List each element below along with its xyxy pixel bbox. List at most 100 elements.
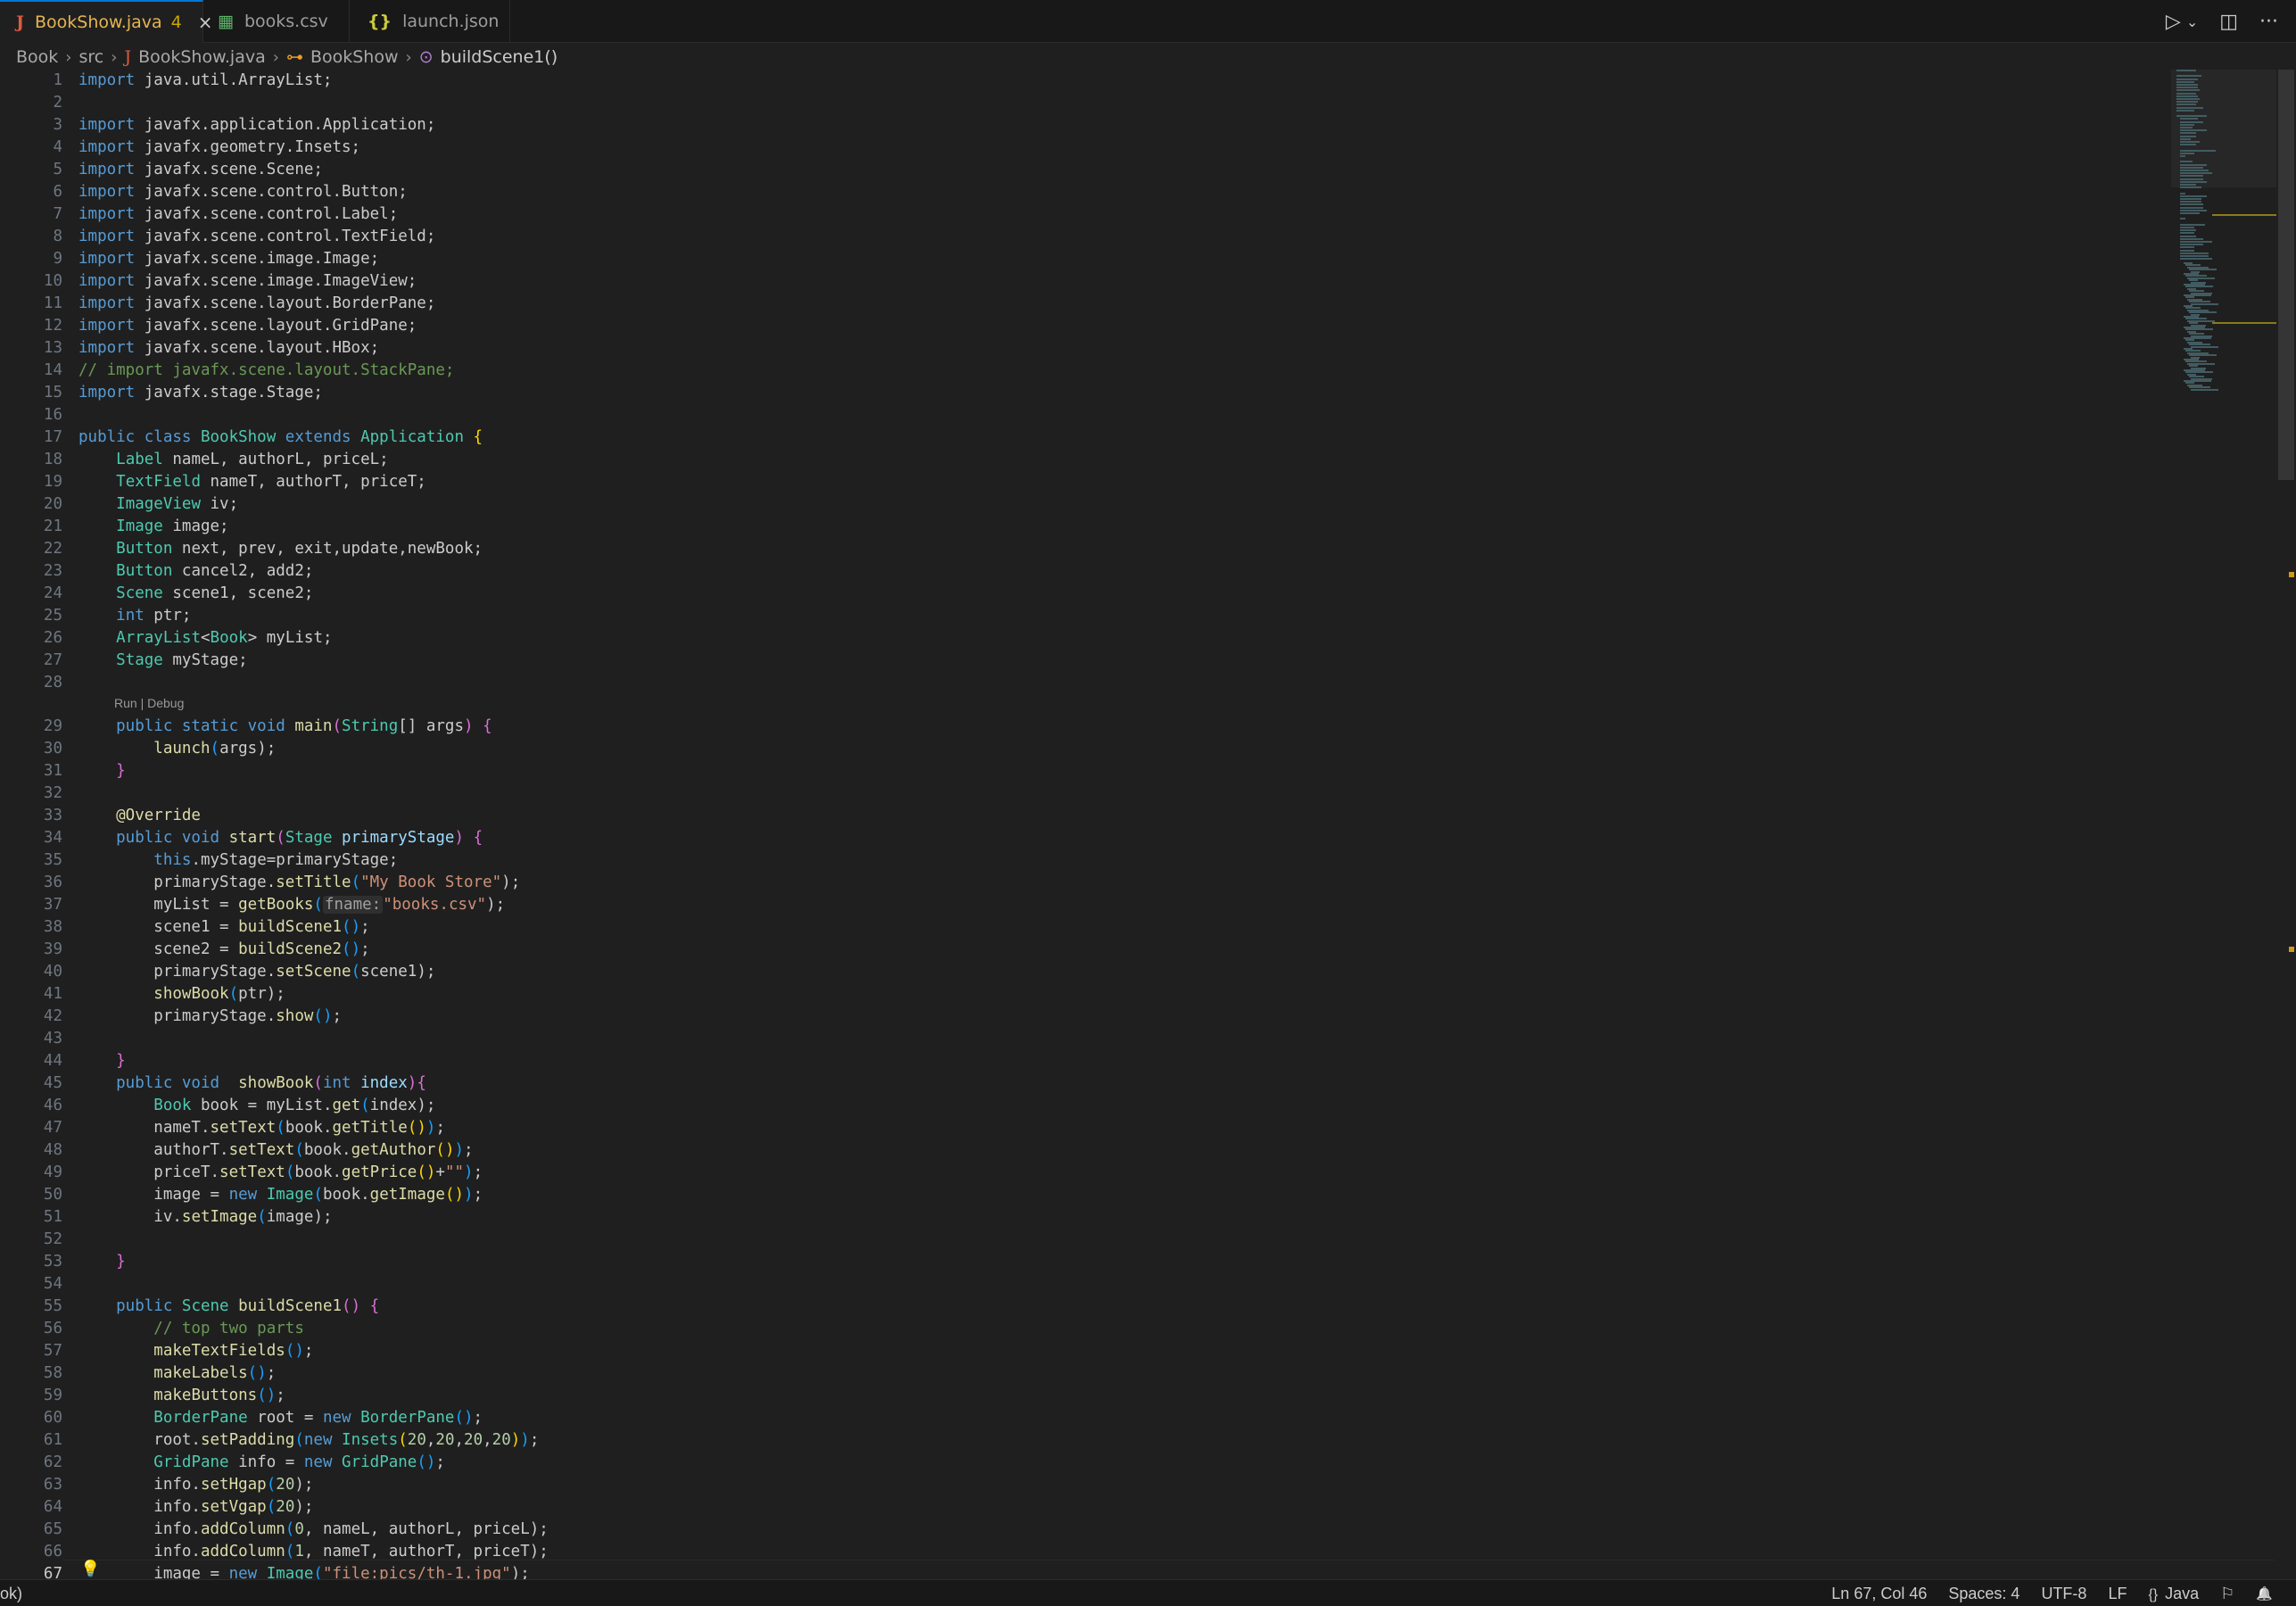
line-number: 25 bbox=[43, 607, 62, 625]
minimap[interactable] bbox=[2171, 70, 2276, 391]
inlay-hint: fname: bbox=[322, 896, 384, 914]
code-line: import javafx.scene.control.TextField; bbox=[78, 228, 436, 245]
code-line: import javafx.application.Application; bbox=[78, 116, 436, 134]
code-line: int ptr; bbox=[116, 607, 192, 625]
minimap-line bbox=[2180, 186, 2201, 189]
run-icon[interactable]: ▷ bbox=[2166, 11, 2181, 33]
code-line: iv.setImage(image); bbox=[78, 1208, 333, 1226]
language-mode[interactable]: {} Java bbox=[2148, 1585, 2199, 1603]
breadcrumb-class[interactable]: BookShow bbox=[310, 47, 399, 67]
minimap-line bbox=[2176, 106, 2203, 109]
minimap-line bbox=[2180, 252, 2209, 254]
code-line: scene2 = buildScene2(); bbox=[78, 940, 370, 958]
breadcrumb-folder[interactable]: src bbox=[79, 47, 104, 67]
minimap-line bbox=[2180, 192, 2185, 195]
split-editor-icon[interactable]: ◫ bbox=[2219, 11, 2238, 33]
minimap-line bbox=[2176, 98, 2200, 100]
breadcrumb-method[interactable]: buildScene1() bbox=[441, 47, 558, 67]
status-left-item[interactable]: ok) bbox=[0, 1580, 22, 1606]
line-number: 60 bbox=[43, 1409, 62, 1427]
code-line: import javafx.scene.control.Button; bbox=[78, 183, 408, 201]
minimap-line bbox=[2180, 244, 2203, 246]
code-line: ImageView iv; bbox=[116, 495, 239, 513]
line-number: 61 bbox=[43, 1431, 62, 1449]
minimap-line bbox=[2180, 241, 2212, 243]
json-file-icon: {} bbox=[368, 12, 392, 31]
line-number: 23 bbox=[43, 562, 62, 580]
tab-label: books.csv bbox=[244, 12, 328, 31]
minimap-line bbox=[2180, 223, 2205, 226]
code-line: primaryStage.setScene(scene1); bbox=[78, 963, 436, 981]
breadcrumb-project[interactable]: Book bbox=[16, 47, 58, 67]
code-line: Scene scene1, scene2; bbox=[116, 584, 314, 602]
minimap-line bbox=[2180, 118, 2198, 120]
encoding[interactable]: UTF-8 bbox=[2041, 1585, 2086, 1603]
line-number: 49 bbox=[43, 1163, 62, 1181]
codelens-run-debug[interactable]: Run | Debug bbox=[114, 696, 184, 710]
code-line: Button cancel2, add2; bbox=[116, 562, 314, 580]
feedback-icon[interactable]: ⚐ bbox=[2220, 1585, 2234, 1603]
minimap-line bbox=[2176, 109, 2194, 112]
vertical-scrollbar[interactable] bbox=[2278, 70, 2294, 480]
tab-bookshow-java[interactable]: J BookShow.java 4 × bbox=[0, 0, 213, 43]
code-line: myList = getBooks(fname: "books.csv"); bbox=[78, 896, 506, 914]
code-line: launch(args); bbox=[153, 740, 277, 757]
bell-icon[interactable]: 🔔 bbox=[2256, 1585, 2273, 1602]
chevron-right-icon: › bbox=[65, 47, 72, 67]
code-line: import java.util.ArrayList; bbox=[78, 71, 333, 89]
line-number: 44 bbox=[43, 1052, 62, 1070]
end-of-line[interactable]: LF bbox=[2108, 1585, 2127, 1603]
code-line: import javafx.scene.layout.BorderPane; bbox=[78, 294, 436, 312]
tab-launch-json[interactable]: {} launch.json bbox=[350, 0, 510, 43]
code-line: import javafx.scene.layout.HBox; bbox=[78, 339, 380, 357]
indentation[interactable]: Spaces: 4 bbox=[1948, 1585, 2019, 1603]
line-number: 18 bbox=[43, 451, 62, 468]
minimap-line bbox=[2176, 103, 2196, 106]
code-line: authorT.setText(book.getAuthor()); bbox=[78, 1141, 474, 1159]
code-line: root.setPadding(new Insets(20,20,20,20))… bbox=[78, 1431, 540, 1449]
code-line: GridPane info = new GridPane(); bbox=[153, 1453, 445, 1471]
minimap-line bbox=[2180, 166, 2203, 169]
code-line: } bbox=[116, 1052, 126, 1070]
minimap-line bbox=[2180, 149, 2216, 152]
minimap-line bbox=[2176, 101, 2198, 103]
code-line: makeTextFields(); bbox=[153, 1342, 314, 1360]
line-number: 10 bbox=[43, 272, 62, 290]
code-line: public void start(Stage primaryStage) { bbox=[78, 829, 483, 847]
tab-books-csv[interactable]: ▦ books.csv bbox=[203, 0, 350, 43]
code-line: info.addColumn(1, nameT, authorT, priceT… bbox=[78, 1543, 549, 1560]
breadcrumb-file[interactable]: BookShow.java bbox=[138, 47, 266, 67]
more-actions-icon[interactable]: ··· bbox=[2259, 11, 2278, 33]
chevron-right-icon: › bbox=[272, 47, 279, 67]
code-line: public void showBook(int index){ bbox=[78, 1074, 426, 1092]
line-number: 1 bbox=[53, 71, 62, 89]
line-number: 5 bbox=[53, 161, 62, 178]
status-right-items: Ln 67, Col 46 Spaces: 4 UTF-8 LF {} Java … bbox=[1831, 1580, 2273, 1606]
chevron-down-icon[interactable]: ⌄ bbox=[2186, 13, 2198, 30]
minimap-line bbox=[2180, 155, 2185, 157]
breadcrumb: Book › src › J BookShow.java › ⊶ BookSho… bbox=[16, 45, 557, 70]
java-file-icon: J bbox=[16, 12, 24, 32]
line-number: 29 bbox=[43, 717, 62, 735]
cursor-position[interactable]: Ln 67, Col 46 bbox=[1831, 1585, 1927, 1603]
line-number: 46 bbox=[43, 1097, 62, 1114]
method-symbol-icon: ⊙ bbox=[418, 47, 434, 67]
lightbulb-icon[interactable]: 💡 bbox=[80, 1560, 100, 1578]
code-line: makeButtons(); bbox=[153, 1387, 285, 1404]
line-number: 34 bbox=[43, 829, 62, 847]
line-number: 26 bbox=[43, 629, 62, 647]
minimap-line bbox=[2176, 75, 2201, 78]
line-number: 59 bbox=[43, 1387, 62, 1404]
code-line: import javafx.geometry.Insets; bbox=[78, 138, 361, 156]
minimap-line bbox=[2176, 78, 2198, 80]
code-line: @Override bbox=[78, 807, 201, 824]
line-number: 36 bbox=[43, 873, 62, 891]
line-number: 24 bbox=[43, 584, 62, 602]
minimap-line bbox=[2180, 184, 2196, 186]
line-number: 42 bbox=[43, 1007, 62, 1025]
line-number: 56 bbox=[43, 1320, 62, 1337]
vscode-window: J BookShow.java 4 × ▦ books.csv {} launc… bbox=[0, 0, 2296, 1606]
code-line: Label nameL, authorL, priceL; bbox=[116, 451, 389, 468]
code-line: info.addColumn(0, nameL, authorL, priceL… bbox=[78, 1520, 549, 1538]
minimap-highlight bbox=[2212, 322, 2276, 324]
